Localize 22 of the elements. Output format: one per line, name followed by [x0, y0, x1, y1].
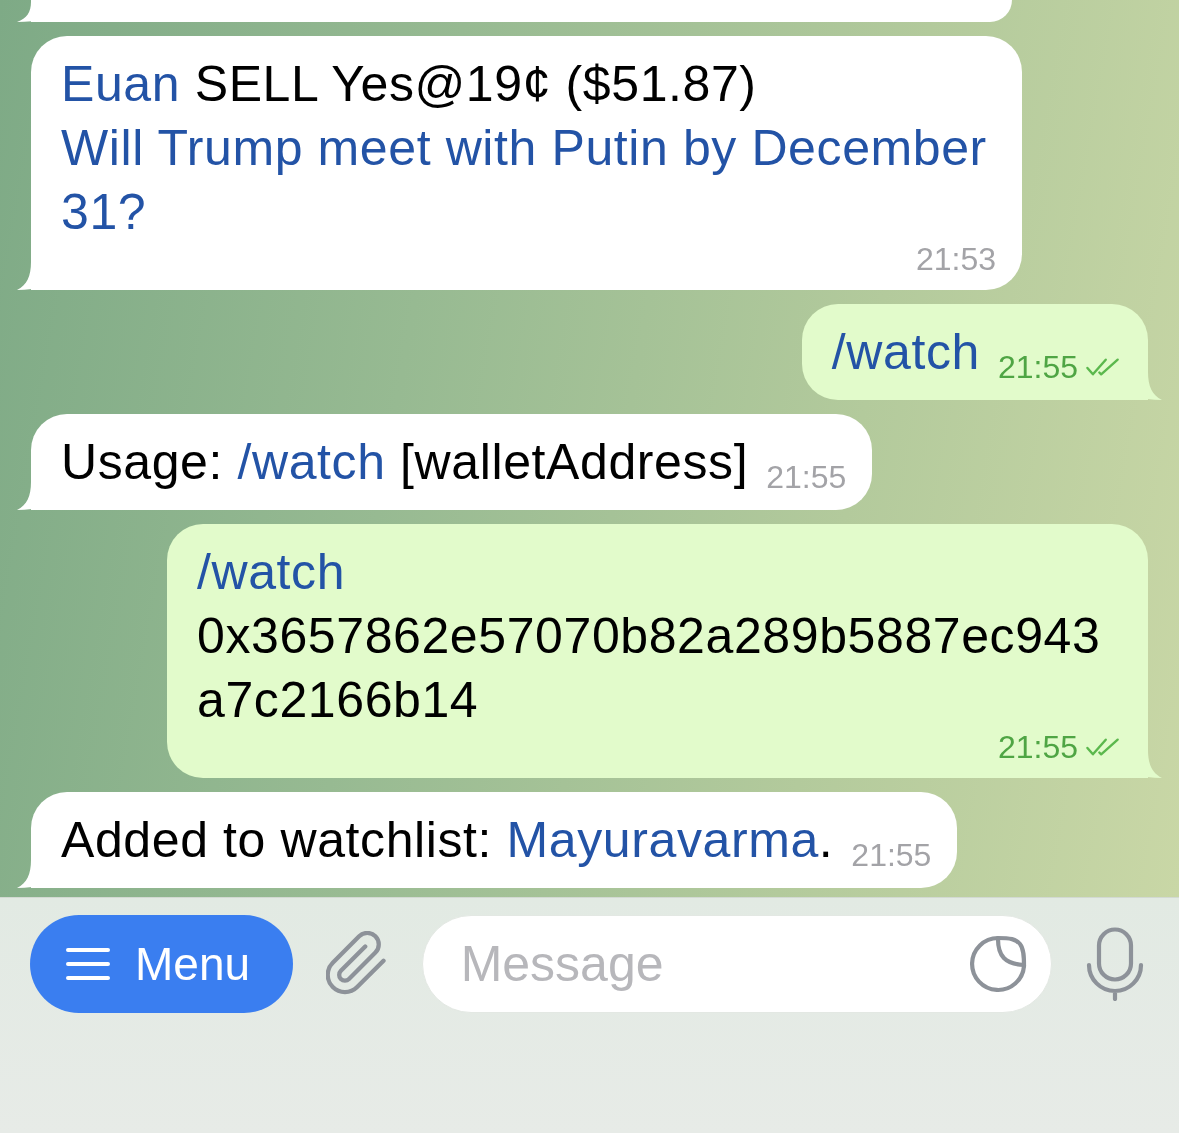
message-time: 21:53 — [915, 244, 996, 274]
message-text: Usage: /watch [walletAddress] — [61, 433, 749, 492]
message-link[interactable]: Mayuravarma — [506, 812, 819, 868]
menu-icon — [65, 947, 111, 981]
sticker-icon[interactable] — [967, 934, 1028, 994]
paperclip-icon[interactable] — [326, 931, 389, 997]
menu-button[interactable]: Menu — [30, 915, 293, 1013]
message-text: Added to watchlist: Mayuravarma. — [61, 811, 834, 870]
message-text: /watch 0x3657862e57070b82a289b5887ec943a7c2166b14 — [197, 543, 1102, 730]
message-input[interactable]: Message — [421, 915, 1052, 1013]
message-text: Euan SELL Yes@19¢ ($51.87) — [61, 55, 757, 114]
message-link[interactable]: Will Trump meet with Putin by December 31? — [61, 116, 996, 244]
message-link[interactable]: Euan — [61, 56, 181, 112]
message-link[interactable]: /watch — [831, 320, 980, 384]
message-link[interactable]: /watch — [197, 544, 346, 600]
microphone-icon[interactable] — [1085, 927, 1145, 1001]
message-link[interactable]: /watch — [237, 434, 386, 490]
message-time: 21:55 — [997, 352, 1078, 382]
message-time: 21:55 — [997, 732, 1078, 762]
bubble-tail — [17, 2, 32, 22]
message-time: 21:55 — [766, 462, 847, 492]
message-time: 21:55 — [851, 840, 932, 870]
